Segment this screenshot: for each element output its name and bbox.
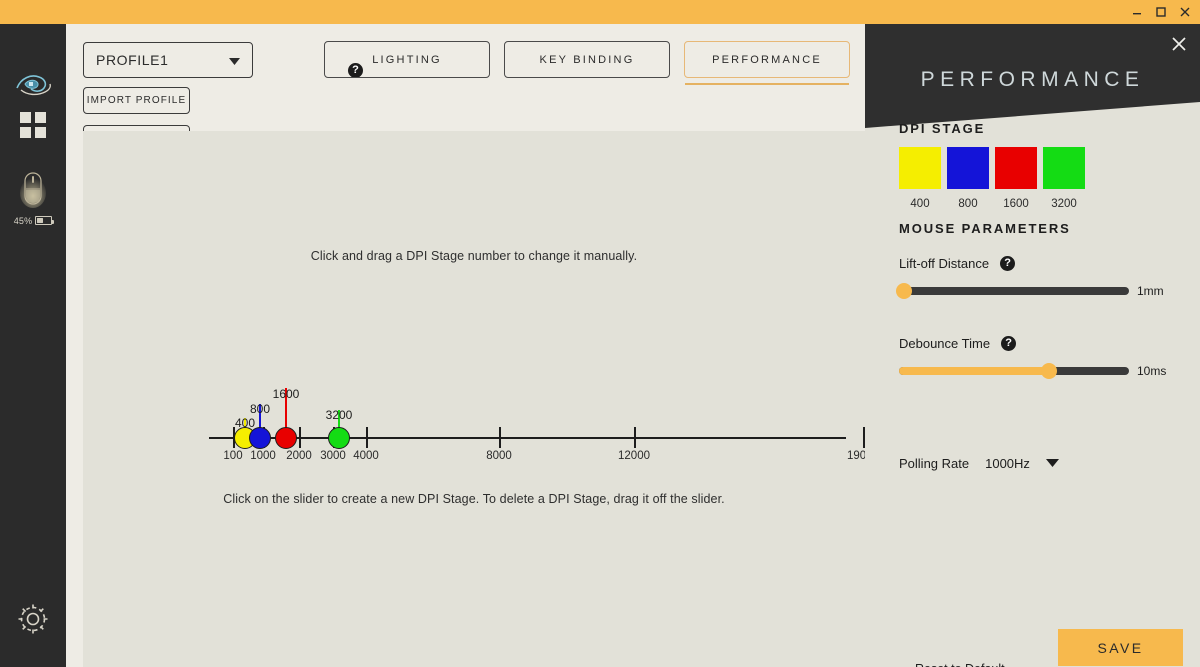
dpi-stage-swatch-item: 1600 bbox=[995, 147, 1037, 210]
polling-rate-label: Polling Rate bbox=[899, 456, 969, 471]
dpi-axis-tick bbox=[366, 427, 368, 448]
title-bar bbox=[0, 0, 1200, 24]
debounce-label: Debounce Time bbox=[899, 336, 990, 351]
tab-bar: LIGHTING KEY BINDING PERFORMANCE bbox=[324, 41, 850, 78]
dpi-axis-tick bbox=[299, 427, 301, 448]
apps-grid-icon bbox=[18, 110, 48, 145]
minimize-icon[interactable] bbox=[1130, 5, 1144, 19]
lift-off-slider[interactable] bbox=[899, 287, 1129, 295]
performance-side-panel: PERFORMANCE DPI STAGE 400 800 1600 3200 MOU… bbox=[865, 24, 1200, 667]
window-controls bbox=[1130, 0, 1192, 24]
dpi-create-hint: Click on the slider to create a new DPI … bbox=[83, 492, 865, 506]
lift-off-help-icon[interactable]: ? bbox=[1000, 256, 1015, 271]
dpi-axis-tick-label: 1000 bbox=[250, 450, 276, 462]
tab-lighting[interactable]: LIGHTING bbox=[324, 41, 490, 78]
dpi-stage-value-label[interactable]: 3200 bbox=[326, 408, 353, 422]
dpi-stage-swatch-item: 3200 bbox=[1043, 147, 1085, 210]
dpi-axis-tick bbox=[499, 427, 501, 448]
dpi-axis-tick-label: 3000 bbox=[320, 450, 346, 462]
dpi-stage-color-swatch[interactable] bbox=[899, 147, 941, 189]
dpi-stage-handle[interactable] bbox=[249, 427, 271, 449]
debounce-time-param: Debounce Time ? 10ms bbox=[899, 336, 1169, 378]
debounce-slider-handle[interactable] bbox=[1041, 363, 1057, 379]
performance-panel: Click and drag a DPI Stage number to cha… bbox=[83, 131, 865, 667]
battery-icon bbox=[35, 216, 52, 225]
app-window: 45% PROFILE1 bbox=[0, 0, 1200, 667]
lift-off-value: 1mm bbox=[1137, 284, 1164, 298]
left-sidebar: 45% bbox=[0, 24, 66, 667]
dpi-stage-swatches: 400 800 1600 3200 bbox=[899, 147, 1085, 210]
debounce-slider[interactable] bbox=[899, 367, 1129, 375]
lift-off-distance-param: Lift-off Distance ? 1mm bbox=[899, 256, 1169, 298]
dpi-stage-value-label[interactable]: 1600 bbox=[273, 387, 300, 401]
sidebar-item-device[interactable]: 45% bbox=[0, 174, 66, 220]
polling-rate-chevron-down-icon[interactable] bbox=[1046, 454, 1059, 472]
profile-select[interactable]: PROFILE1 bbox=[83, 42, 253, 78]
dpi-axis-tick-label: 12000 bbox=[618, 450, 650, 462]
sidebar-item-apps[interactable] bbox=[0, 104, 66, 150]
dpi-stage-value-label[interactable]: 800 bbox=[250, 402, 270, 416]
dpi-slider[interactable]: 100100020003000400080001200019000 400800… bbox=[209, 396, 849, 476]
dpi-stage-color-swatch[interactable] bbox=[947, 147, 989, 189]
reset-to-default-link[interactable]: Reset to Default bbox=[915, 662, 1005, 667]
sidebar-item-settings[interactable] bbox=[0, 598, 66, 644]
lift-off-slider-handle[interactable] bbox=[896, 283, 912, 299]
dpi-stage-heading: DPI STAGE bbox=[899, 121, 985, 136]
dpi-stage-swatch-label: 400 bbox=[899, 198, 941, 210]
dpi-stage-swatch-label: 800 bbox=[947, 198, 989, 210]
dpi-stage-handle[interactable] bbox=[275, 427, 297, 449]
dpi-stage-swatch-item: 400 bbox=[899, 147, 941, 210]
dpi-stage-color-swatch[interactable] bbox=[995, 147, 1037, 189]
dpi-stage-color-swatch[interactable] bbox=[1043, 147, 1085, 189]
mouse-device-icon bbox=[20, 169, 46, 214]
import-profile-button[interactable]: IMPORT PROFILE bbox=[83, 87, 190, 114]
dpi-axis-tick-label: 4000 bbox=[353, 450, 379, 462]
dpi-axis-tick-label: 8000 bbox=[486, 450, 512, 462]
dpi-stage-swatch-label: 3200 bbox=[1043, 198, 1085, 210]
main-content: PROFILE1 ? IMPORT PROFILE EXPORT PROFILE… bbox=[66, 24, 865, 667]
maximize-icon[interactable] bbox=[1154, 5, 1168, 19]
battery-percent-label: 45% bbox=[14, 216, 33, 226]
chevron-down-icon bbox=[229, 52, 240, 68]
save-button[interactable]: SAVE bbox=[1058, 629, 1183, 666]
profile-select-value: PROFILE1 bbox=[96, 52, 169, 68]
dpi-slider-axis bbox=[209, 437, 846, 439]
debounce-value: 10ms bbox=[1137, 364, 1166, 378]
dpi-axis-tick-label: 2000 bbox=[286, 450, 312, 462]
dpi-stage-swatch-label: 1600 bbox=[995, 198, 1037, 210]
dpi-stage-handle[interactable] bbox=[328, 427, 350, 449]
dpi-drag-hint: Click and drag a DPI Stage number to cha… bbox=[83, 249, 865, 263]
dpi-axis-tick bbox=[634, 427, 636, 448]
settings-gear-icon bbox=[15, 601, 51, 642]
tab-performance[interactable]: PERFORMANCE bbox=[684, 41, 850, 78]
mouse-parameters-heading: MOUSE PARAMETERS bbox=[899, 221, 1071, 236]
close-icon[interactable] bbox=[1178, 5, 1192, 19]
polling-rate-row: Polling Rate 1000Hz bbox=[899, 454, 1059, 472]
lift-off-label: Lift-off Distance bbox=[899, 256, 989, 271]
side-panel-title: PERFORMANCE bbox=[865, 68, 1200, 92]
side-panel-close-icon[interactable] bbox=[1170, 35, 1188, 53]
debounce-help-icon[interactable]: ? bbox=[1001, 336, 1016, 351]
dpi-axis-tick-label: 100 bbox=[223, 450, 242, 462]
tab-key-binding[interactable]: KEY BINDING bbox=[504, 41, 670, 78]
battery-indicator: 45% bbox=[14, 216, 53, 226]
polling-rate-value[interactable]: 1000Hz bbox=[985, 456, 1030, 471]
dpi-stage-swatch-item: 800 bbox=[947, 147, 989, 210]
dpi-stage-value-label[interactable]: 400 bbox=[235, 416, 255, 430]
